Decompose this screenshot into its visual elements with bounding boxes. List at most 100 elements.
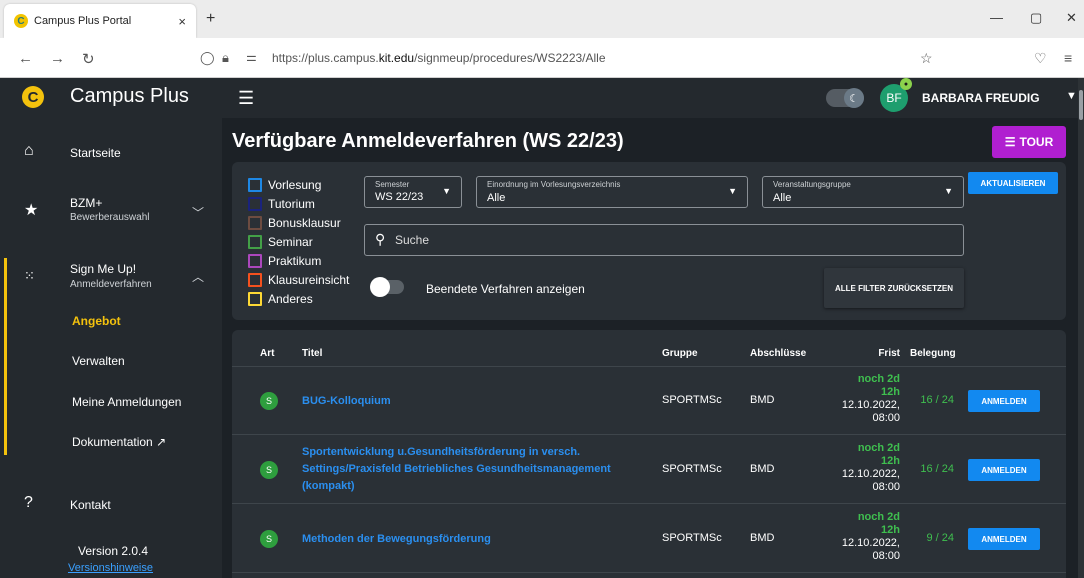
url-prefix: https://plus.campus. (272, 51, 379, 65)
sidebar: C Campus Plus ⌂ Startseite ★ BZM+ Bewerb… (0, 78, 222, 578)
veranstaltungsgruppe-select[interactable]: Veranstaltungsgruppe Alle ▼ (762, 176, 964, 208)
type-label: Klausureinsicht (268, 273, 350, 287)
procedure-title-link[interactable]: BUG-Kolloquium (302, 393, 652, 410)
type-label: Tutorium (268, 197, 315, 211)
user-name[interactable]: BARBARA FREUDIG (922, 91, 1040, 105)
sidebar-subitem-verwalten[interactable]: Verwalten (72, 354, 125, 368)
occupancy-cell: 16 / 24 (920, 463, 954, 475)
column-header-abschluesse[interactable]: Abschlüsse (750, 348, 806, 359)
bookmark-star-icon[interactable]: ☆ (920, 50, 933, 67)
procedure-title-link[interactable]: Sportentwicklung u.Gesundheitsförderung … (302, 444, 652, 495)
lock-icon[interactable]: 🔒︎ (222, 50, 229, 66)
type-badge: S (260, 461, 278, 479)
help-icon: ? (24, 494, 33, 511)
address-field[interactable]: https://plus.campus.kit.edu/signmeup/pro… (272, 51, 606, 65)
url-suffix: /signmeup/procedures/WS2223/Alle (414, 51, 606, 65)
type-filter-vorlesung[interactable]: Vorlesung (248, 178, 321, 192)
search-field[interactable]: ⚲ (364, 224, 964, 256)
forward-icon[interactable]: → (50, 50, 65, 67)
close-window-icon[interactable]: ✕ (1066, 10, 1077, 26)
sidebar-item-bzm[interactable]: ★ BZM+ Bewerberauswahl ﹀ (0, 190, 222, 234)
einordnung-value: Alle (487, 192, 506, 204)
deadline-remaining-hours: 12h (881, 386, 900, 398)
register-button[interactable]: ANMELDEN (968, 528, 1040, 550)
group-cell: SPORTMSc (662, 394, 722, 406)
tour-icon: ☰ (1004, 135, 1016, 149)
occupancy-cell: 9 / 24 (926, 532, 954, 544)
show-finished-switch[interactable] (370, 277, 404, 297)
semester-select[interactable]: Semester WS 22/23 ▼ (364, 176, 462, 208)
deadline-date: 12.10.2022, (841, 399, 900, 411)
sidebar-subitem-meine-anmeldungen[interactable]: Meine Anmeldungen (72, 395, 181, 409)
checkbox-icon (248, 292, 262, 306)
minimize-icon[interactable]: — (990, 10, 1003, 25)
tour-label: TOUR (1019, 135, 1054, 149)
deadline-date: 12.10.2022, (841, 537, 900, 549)
refresh-button[interactable]: AKTUALISIEREN (968, 172, 1058, 194)
checkbox-icon (248, 273, 262, 287)
page-scrollbar[interactable] (1078, 78, 1084, 578)
procedure-title-link[interactable]: Methoden der Bewegungsförderung (302, 531, 652, 548)
table-row: S BUG-Kolloquium SPORTMSc BMD noch 2d 12… (232, 367, 1066, 435)
checkbox-icon (248, 178, 262, 192)
back-icon[interactable]: ← (18, 50, 33, 67)
new-tab-icon[interactable]: + (206, 10, 215, 28)
browser-tab[interactable]: C Campus Plus Portal × (4, 4, 196, 38)
menu-icon[interactable]: ≡ (1064, 50, 1072, 66)
reload-icon[interactable]: ↻ (82, 50, 95, 68)
sidebar-item-kontakt[interactable]: ? Kontakt (0, 492, 222, 522)
sidebar-item-sublabel: Bewerberauswahl (70, 212, 150, 223)
tab-close-icon[interactable]: × (178, 14, 186, 29)
brand-name: Campus Plus (70, 85, 189, 107)
register-button[interactable]: ANMELDEN (968, 390, 1040, 412)
register-button[interactable]: ANMELDEN (968, 459, 1040, 481)
column-header-belegung[interactable]: Belegung (910, 348, 956, 359)
brand[interactable]: C Campus Plus (0, 78, 222, 118)
table-row: S Sportentwicklung u.Gesundheitsförderun… (232, 436, 1066, 504)
type-filter-tutorium[interactable]: Tutorium (248, 197, 315, 211)
maximize-icon[interactable]: ▢ (1030, 10, 1042, 26)
version-notes-link[interactable]: Versionshinweise (68, 562, 153, 574)
column-header-titel[interactable]: Titel (302, 348, 322, 359)
chevron-down-icon[interactable]: ﹀ (192, 204, 204, 221)
tour-button[interactable]: ☰ TOUR (992, 126, 1066, 158)
search-input[interactable] (395, 231, 935, 249)
chevron-up-icon[interactable]: ︿ (192, 268, 204, 285)
type-label: Vorlesung (268, 178, 322, 192)
moon-icon: ☾ (844, 88, 864, 108)
sidebar-item-signmeup[interactable]: ⁙ Sign Me Up! Anmeldeverfahren ︿ (0, 260, 222, 304)
scrollbar-thumb[interactable] (1079, 90, 1083, 120)
column-header-gruppe[interactable]: Gruppe (662, 348, 698, 359)
deadline-cell: noch 2d 12h 12.10.2022, 08:00 (804, 511, 900, 563)
type-filter-seminar[interactable]: Seminar (248, 235, 313, 249)
column-header-frist[interactable]: Frist (864, 348, 900, 359)
sidebar-subitem-dokumentation[interactable]: Dokumentation ↗ (72, 435, 166, 449)
page-title: Verfügbare Anmeldeverfahren (WS 22/23) (232, 130, 624, 152)
gruppe-caption: Veranstaltungsgruppe (773, 180, 851, 189)
hamburger-menu-icon[interactable]: ☰ (238, 88, 254, 109)
degree-cell: BMD (750, 532, 775, 544)
shield-icon[interactable]: ◯ (200, 50, 215, 66)
switch-knob (370, 277, 390, 297)
deadline-remaining: noch 2d (857, 442, 900, 454)
sidebar-subitem-angebot[interactable]: Angebot (72, 314, 121, 328)
user-menu-chevron-icon[interactable]: ▼ (1066, 90, 1077, 102)
sidebar-item-label: BZM+ (70, 196, 103, 210)
star-icon: ★ (24, 202, 39, 219)
permissions-icon[interactable]: ⚌ (246, 50, 257, 64)
url-domain: kit.edu (378, 51, 415, 65)
pocket-icon[interactable]: ♡ (1034, 50, 1047, 67)
type-filter-bonusklausur[interactable]: Bonusklausur (248, 216, 341, 230)
app-header: ☰ ☾ BF ● BARBARA FREUDIG ▼ (222, 78, 1084, 118)
checkbox-icon (248, 235, 262, 249)
browser-tabbar: C Campus Plus Portal × + — ▢ ✕ (0, 0, 1084, 38)
gruppe-value: Alle (773, 192, 792, 204)
dark-mode-toggle[interactable]: ☾ (826, 88, 864, 108)
type-filter-praktikum[interactable]: Praktikum (248, 254, 321, 268)
type-filter-anderes[interactable]: Anderes (248, 292, 313, 306)
reset-filters-button[interactable]: ALLE FILTER ZURÜCKSETZEN (824, 268, 964, 308)
sidebar-item-startseite[interactable]: ⌂ Startseite (0, 138, 222, 168)
column-header-art[interactable]: Art (260, 348, 274, 359)
type-filter-klausureinsicht[interactable]: Klausureinsicht (248, 273, 349, 287)
einordnung-select[interactable]: Einordnung im Vorlesungsverzeichnis Alle… (476, 176, 748, 208)
